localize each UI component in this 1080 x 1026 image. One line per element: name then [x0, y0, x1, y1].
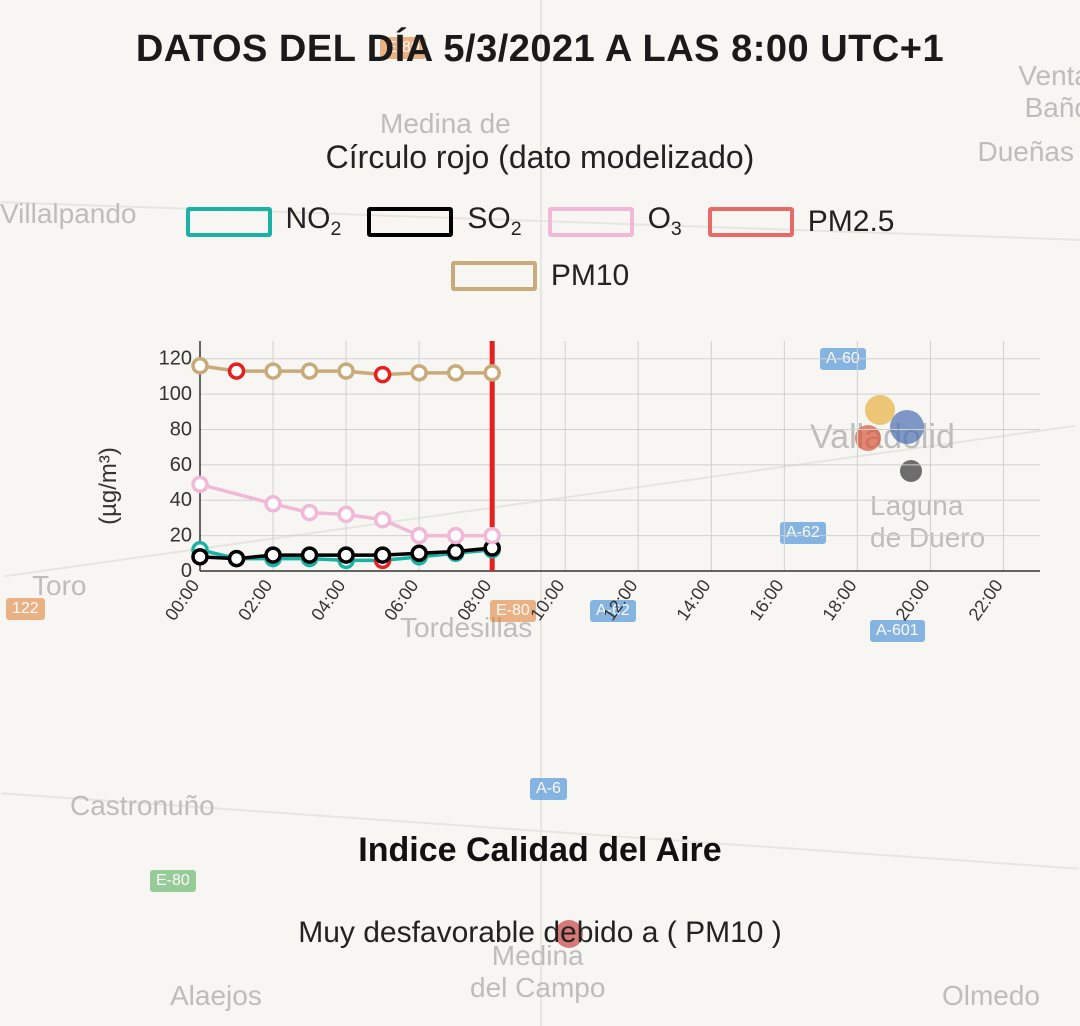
legend-item-o3: O3: [548, 202, 682, 241]
map-label: Olmedo: [942, 980, 1040, 1012]
legend-label: O3: [648, 202, 682, 241]
svg-text:02:00: 02:00: [234, 576, 276, 624]
legend-swatch: [708, 207, 794, 237]
svg-text:12:00: 12:00: [599, 576, 641, 624]
legend-item-pm10: PM10: [40, 259, 1040, 293]
legend-swatch: [548, 207, 634, 237]
svg-text:00:00: 00:00: [161, 576, 203, 624]
y-axis-label: (µg/m³): [95, 447, 123, 525]
legend-swatch: [367, 207, 453, 237]
svg-text:40: 40: [170, 489, 192, 511]
legend-label: PM2.5: [808, 205, 895, 239]
map-label: Alaejos: [170, 980, 262, 1012]
aqi-heading: Indice Calidad del Aire: [40, 831, 1040, 870]
legend-swatch: [186, 207, 272, 237]
svg-text:16:00: 16:00: [745, 576, 787, 624]
legend-label: NO2: [286, 202, 342, 241]
chart-svg: 02040608010012000:0002:0004:0006:0008:00…: [150, 331, 1050, 641]
legend-item-pm25: PM2.5: [708, 202, 895, 241]
legend-label: SO2: [467, 202, 521, 241]
legend-label: PM10: [551, 259, 629, 293]
svg-text:20:00: 20:00: [891, 576, 933, 624]
chart-area: (µg/m³) 02040608010012000:0002:0004:0006…: [150, 331, 1050, 641]
svg-text:60: 60: [170, 454, 192, 476]
svg-text:04:00: 04:00: [307, 576, 349, 624]
svg-text:100: 100: [159, 383, 192, 405]
svg-text:06:00: 06:00: [380, 576, 422, 624]
svg-text:22:00: 22:00: [965, 576, 1007, 624]
svg-text:18:00: 18:00: [818, 576, 860, 624]
svg-text:08:00: 08:00: [453, 576, 495, 624]
legend-item-no2: NO2: [186, 202, 342, 241]
legend-item-so2: SO2: [367, 202, 521, 241]
chart-legend: NO2 SO2 O3 PM2.5 PM10: [40, 202, 1040, 293]
svg-text:20: 20: [170, 525, 192, 547]
svg-text:120: 120: [159, 348, 192, 370]
chart-subtitle: Círculo rojo (dato modelizado): [40, 139, 1040, 176]
svg-text:80: 80: [170, 418, 192, 440]
page-title: DATOS DEL DÍA 5/3/2021 A LAS 8:00 UTC+1: [40, 28, 1040, 71]
aqi-status: Muy desfavorable debido a ( PM10 ): [40, 916, 1040, 950]
svg-text:14:00: 14:00: [672, 576, 714, 624]
svg-text:10:00: 10:00: [526, 576, 568, 624]
legend-swatch: [451, 261, 537, 291]
